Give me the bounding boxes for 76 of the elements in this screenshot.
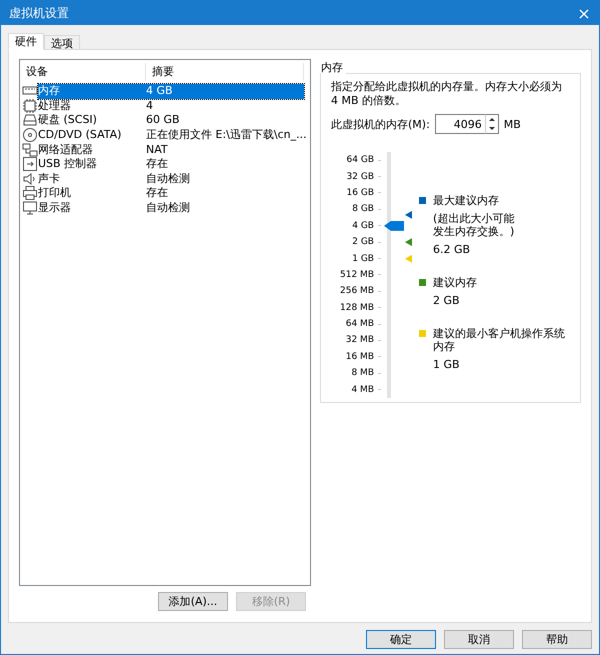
table-cell-text: CD/DVD (SATA) <box>38 128 122 142</box>
table-cell-text: 60 GB <box>146 113 181 128</box>
table-cell-text: 硬盘 (SCSI) <box>38 113 98 128</box>
table-cell-text: 4 <box>146 98 154 113</box>
table-cell-text: 声卡 <box>38 172 61 186</box>
tab[interactable]: 选项 <box>44 35 80 50</box>
scale-label: 32 GB <box>346 172 374 182</box>
table-cell-text: 打印机 <box>38 186 72 200</box>
drive-icon <box>22 112 38 128</box>
device-row[interactable]: USB 控制器 存在 <box>38 156 304 172</box>
column-header[interactable]: 摘要 <box>146 63 304 81</box>
group-title: 内存 <box>321 60 346 75</box>
table-cell-text: NAT <box>146 142 169 157</box>
device-row[interactable]: 硬盘 (SCSI) 60 GB <box>38 113 304 128</box>
add-button[interactable]: 添加(A)... <box>158 592 228 611</box>
marker-icon <box>405 238 412 246</box>
table-cell-text: 存在 <box>146 186 169 200</box>
legend-value: 2 GB <box>433 294 461 307</box>
table-cell-text: 自动检测 <box>146 172 191 186</box>
legend-value: 6.2 GB <box>433 243 472 256</box>
memory-input[interactable]: 4096 <box>434 114 485 134</box>
scale-label: 8 MB <box>351 368 374 378</box>
network-icon <box>22 142 38 158</box>
device-row[interactable]: 内存 4 GB <box>38 84 304 99</box>
device-row[interactable]: CD/DVD (SATA) 正在使用文件 E:\迅雷下载\cn_... <box>38 128 307 142</box>
scale-label: 16 GB <box>346 188 374 198</box>
window-title: 虚拟机设置 <box>9 4 69 22</box>
marker-icon <box>405 210 412 219</box>
spinner-control[interactable] <box>484 114 499 134</box>
dialog-button[interactable]: 帮助 <box>522 630 592 649</box>
description-text: 指定分配给此虚拟机的内存量。内存大小必须为 4 MB 的倍数。 <box>331 80 563 108</box>
slider-thumb[interactable] <box>384 220 404 231</box>
scale-label: 64 GB <box>346 155 374 166</box>
disc-icon <box>22 127 38 144</box>
table-cell-text: 处理器 <box>38 98 72 113</box>
device-row[interactable]: 打印机 存在 <box>38 186 304 201</box>
scale-label: 64 MB <box>346 319 374 330</box>
legend-label: 最大建议内存 <box>433 194 500 207</box>
scale-label: 1 GB <box>352 254 374 264</box>
chip-icon <box>22 98 38 114</box>
scale-label: 512 MB <box>340 270 374 280</box>
marker-icon <box>405 254 412 263</box>
device-row[interactable]: 显示器 自动检测 <box>38 200 304 216</box>
table-cell-text: 自动检测 <box>146 201 191 216</box>
scale-label: 8 GB <box>352 204 374 214</box>
field-label: 此虚拟机的内存(M): <box>331 116 430 132</box>
table-cell: 正在使用文件 E:\迅雷下载\cn_... <box>146 128 307 142</box>
scale-label: 32 MB <box>346 335 374 346</box>
legend-note: (超出此大小可能发生内存交换。) <box>433 212 516 238</box>
table-cell-text: 存在 <box>146 157 169 172</box>
scale-label: 2 GB <box>352 237 374 248</box>
tab[interactable]: 硬件 <box>8 33 44 50</box>
table-cell-text: 网络适配器 <box>38 142 94 157</box>
printer-icon <box>22 185 38 202</box>
device-row[interactable]: 处理器 4 <box>38 98 304 114</box>
scale-label: 4 MB <box>351 384 374 395</box>
table-cell-text: 显示器 <box>38 201 72 216</box>
unit-label: MB <box>504 118 521 130</box>
legend-label: 建议内存 <box>433 276 478 289</box>
scale-label: 4 GB <box>352 220 374 231</box>
legend-value: 1 GB <box>433 358 461 371</box>
close-button[interactable]: × <box>569 1 599 25</box>
legend-label: 建议的最小客户机操作系统内存 <box>433 327 566 353</box>
device-row[interactable]: 声卡 自动检测 <box>38 172 304 186</box>
usb-icon <box>22 156 38 172</box>
scale-label: 16 MB <box>346 352 374 362</box>
table-cell-text: 4 GB <box>146 84 174 98</box>
device-row[interactable]: 网络适配器 NAT <box>38 142 304 157</box>
monitor-icon <box>22 200 38 216</box>
scale-label: 256 MB <box>340 286 374 296</box>
dialog-button[interactable]: 确定 <box>366 630 436 649</box>
column-header[interactable]: 设备 <box>20 63 146 81</box>
dialog-button[interactable]: 取消 <box>444 630 514 649</box>
table-cell-text: USB 控制器 <box>38 157 98 172</box>
table-cell-text: 内存 <box>38 84 61 98</box>
scale-label: 128 MB <box>340 302 374 313</box>
